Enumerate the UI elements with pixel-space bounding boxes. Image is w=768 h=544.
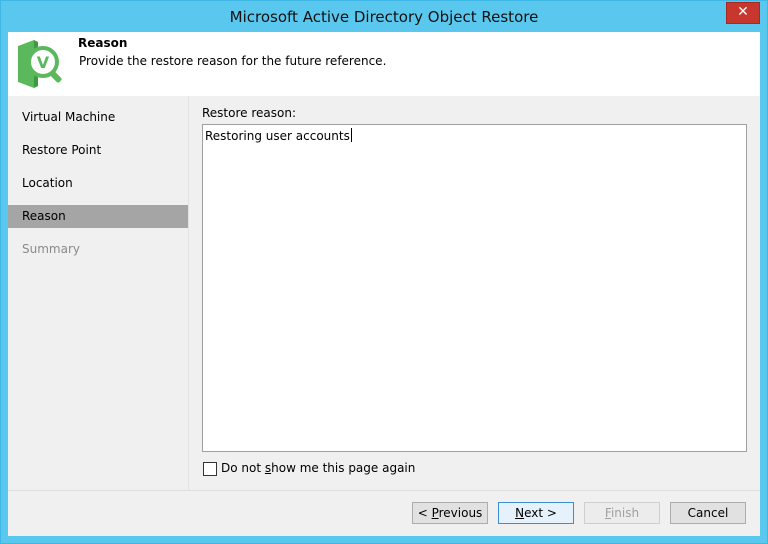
step-location[interactable]: Location: [8, 172, 188, 195]
page-description: Provide the restore reason for the futur…: [79, 54, 387, 68]
text-caret: [350, 128, 352, 142]
dialog-window: Microsoft Active Directory Object Restor…: [0, 0, 768, 544]
step-virtual-machine[interactable]: Virtual Machine: [8, 106, 188, 129]
previous-button[interactable]: < Previous: [412, 502, 488, 524]
step-reason[interactable]: Reason: [8, 205, 188, 228]
close-icon: ✕: [737, 4, 749, 20]
veeam-restore-wizard-icon: V: [18, 40, 62, 88]
restore-reason-textarea[interactable]: Restoring user accounts: [202, 124, 747, 452]
step-restore-point[interactable]: Restore Point: [8, 139, 188, 162]
dialog-client: V Reason Provide the restore reason for …: [8, 32, 760, 536]
step-summary: Summary: [22, 242, 80, 256]
do-not-show-checkbox[interactable]: [203, 462, 217, 476]
footer-divider: [8, 490, 760, 491]
restore-reason-text: Restoring user accounts: [205, 129, 350, 143]
next-button[interactable]: Next >: [498, 502, 574, 524]
close-button[interactable]: ✕: [726, 2, 760, 24]
window-title: Microsoft Active Directory Object Restor…: [229, 8, 539, 26]
restore-reason-label: Restore reason:: [202, 106, 296, 120]
svg-text:V: V: [37, 53, 50, 72]
finish-button: Finish: [584, 502, 660, 524]
wizard-steps: Virtual Machine Restore Point Location R…: [8, 96, 188, 490]
do-not-show-label[interactable]: Do not show me this page again: [221, 461, 415, 475]
cancel-button[interactable]: Cancel: [670, 502, 746, 524]
wizard-header: V Reason Provide the restore reason for …: [8, 32, 760, 96]
wizard-content: Restore reason: Restoring user accounts …: [189, 96, 760, 490]
title-bar[interactable]: Microsoft Active Directory Object Restor…: [1, 1, 767, 32]
page-title: Reason: [78, 36, 128, 50]
